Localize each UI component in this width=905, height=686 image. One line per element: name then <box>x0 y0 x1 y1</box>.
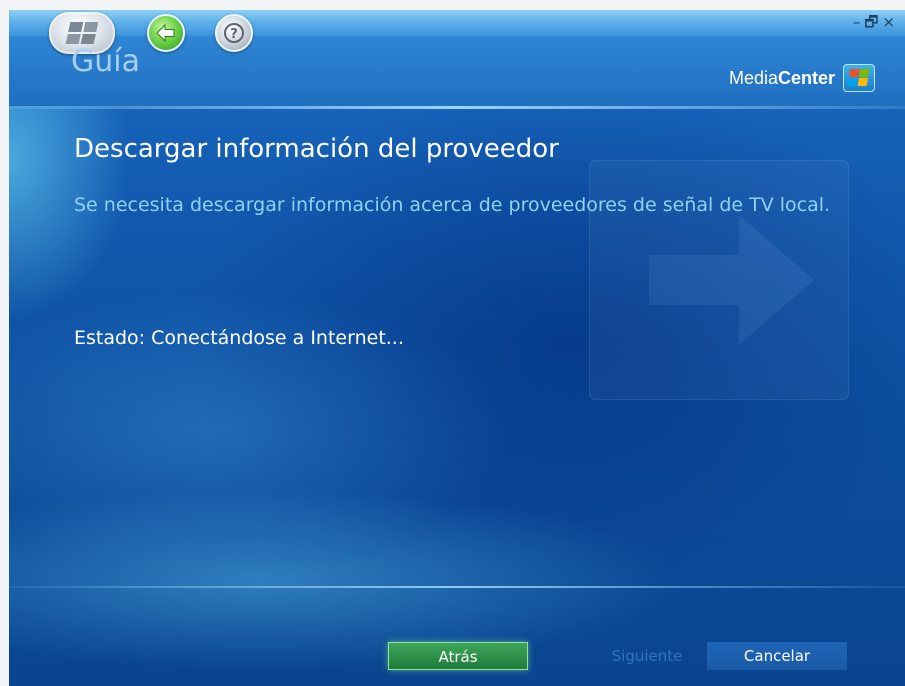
restore-button[interactable]: 🗗 <box>864 12 882 37</box>
back-button[interactable]: Atrás <box>388 642 528 670</box>
windows-flag-icon <box>64 21 99 45</box>
next-button[interactable]: Siguiente <box>577 642 717 670</box>
help-button[interactable]: ? <box>215 14 253 52</box>
windows-logo-icon <box>843 64 875 92</box>
svg-text:?: ? <box>230 27 238 42</box>
top-bar <box>9 10 905 36</box>
brand-text: MediaCenter <box>729 68 835 89</box>
status-text: Estado: Conectándose a Internet... <box>74 327 404 349</box>
wizard-description: Se necesita descargar información acerca… <box>74 194 831 216</box>
media-center-window: ? –🗗× Guía MediaCenter Descargar informa… <box>9 10 905 686</box>
back-nav-button[interactable] <box>147 14 185 52</box>
header-divider <box>9 106 905 109</box>
brand-prefix: Media <box>728 67 778 88</box>
cancel-button[interactable]: Cancelar <box>707 642 847 670</box>
back-arrow-icon <box>156 23 175 43</box>
wizard-heading: Descargar información del proveedor <box>74 134 559 164</box>
footer-divider <box>9 586 905 588</box>
close-button[interactable]: × <box>882 13 899 31</box>
help-icon: ? <box>224 23 244 43</box>
minimize-button[interactable]: – <box>853 13 865 31</box>
media-center-logo: MediaCenter <box>729 64 875 92</box>
window-controls: –🗗× <box>853 12 899 37</box>
page-title: Guía <box>71 44 140 79</box>
brand-bold: Center <box>777 67 835 88</box>
